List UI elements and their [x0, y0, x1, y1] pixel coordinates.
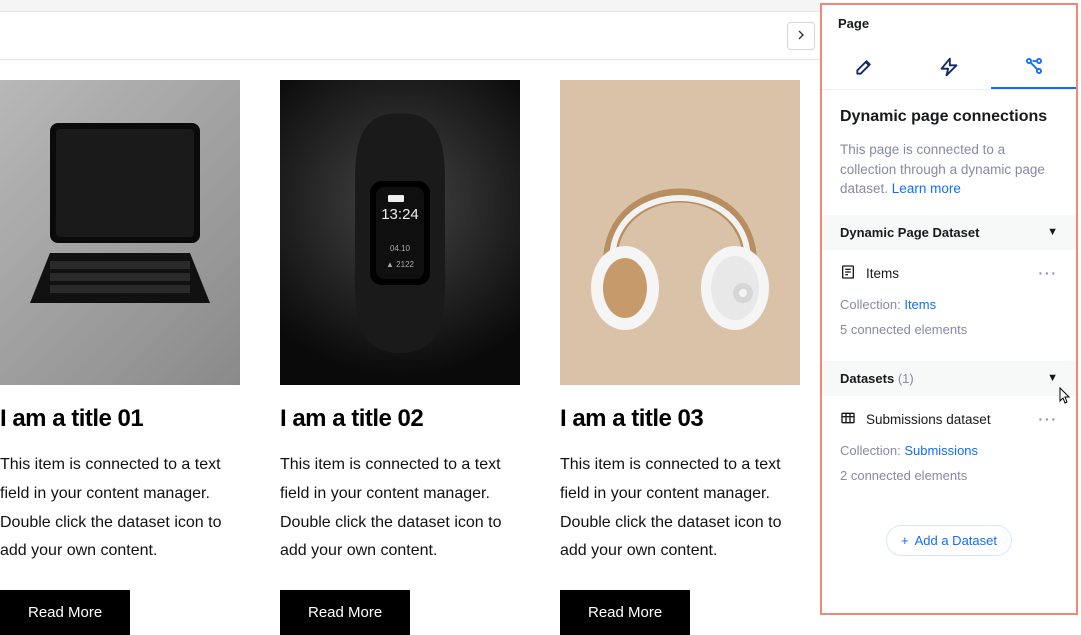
dataset-collection: Collection: Items — [840, 297, 1058, 312]
dataset-more-button[interactable]: ··· — [1039, 412, 1059, 427]
card-image — [560, 80, 800, 385]
card-image — [0, 80, 240, 385]
collection-label: Collection: — [840, 297, 901, 312]
dataset-row[interactable]: Submissions dataset ··· — [840, 410, 1058, 429]
second-toolbar — [0, 12, 820, 60]
collection-label: Collection: — [840, 443, 901, 458]
svg-text:04.10: 04.10 — [390, 244, 411, 253]
tab-design[interactable] — [822, 49, 907, 89]
panel-intro-section: Dynamic page connections This page is co… — [822, 90, 1076, 215]
dataset-page-icon — [840, 264, 856, 283]
card-description: This item is connected to a text field i… — [0, 451, 240, 566]
card-image: 13:24 04.10 ▲ 2122 — [280, 80, 520, 385]
card-title: I am a title 01 — [0, 405, 240, 433]
dataset-row[interactable]: Items ··· — [840, 264, 1058, 283]
card-item: 13:24 04.10 ▲ 2122 I am a title 02 This … — [280, 80, 520, 635]
group-count: (1) — [898, 371, 914, 386]
plus-icon: + — [901, 533, 909, 548]
bolt-icon — [939, 57, 959, 82]
caret-down-icon: ▼ — [1047, 226, 1058, 238]
card-item: I am a title 03 This item is connected t… — [560, 80, 800, 635]
panel-title: Page — [822, 5, 1076, 37]
dynamic-dataset-block: Items ··· Collection: Items 5 connected … — [822, 250, 1076, 361]
learn-more-link[interactable]: Learn more — [892, 181, 961, 196]
connected-elements-count: 2 connected elements — [840, 468, 1058, 483]
add-dataset-button[interactable]: + Add a Dataset — [886, 525, 1012, 556]
dataset-collection: Collection: Submissions — [840, 443, 1058, 458]
collection-link[interactable]: Items — [904, 297, 936, 312]
inspector-panel: Page Dynamic page connections This page … — [820, 3, 1078, 615]
cards-canvas: I am a title 01 This item is connected t… — [0, 80, 820, 635]
group-title: Dynamic Page Dataset — [840, 225, 979, 240]
tablet-keyboard-illustration — [20, 103, 220, 363]
dataset-table-icon — [840, 410, 856, 429]
dataset-name: Submissions dataset — [866, 412, 991, 427]
svg-text:13:24: 13:24 — [381, 206, 419, 223]
card-item: I am a title 01 This item is connected t… — [0, 80, 240, 635]
card-title: I am a title 03 — [560, 405, 800, 433]
read-more-button[interactable]: Read More — [0, 590, 130, 635]
group-title: Datasets — [840, 371, 894, 386]
tab-connections[interactable] — [991, 49, 1076, 89]
dataset-name: Items — [866, 266, 899, 281]
group-datasets-header[interactable]: Datasets (1) ▼ — [822, 361, 1076, 396]
headphones-illustration — [570, 93, 790, 373]
add-dataset-row: + Add a Dataset — [822, 507, 1076, 574]
carousel-next-button[interactable] — [787, 22, 815, 50]
top-toolbar — [0, 0, 820, 12]
read-more-button[interactable]: Read More — [560, 590, 690, 635]
datasets-block: Submissions dataset ··· Collection: Subm… — [822, 396, 1076, 507]
panel-heading: Dynamic page connections — [840, 108, 1058, 126]
panel-intro-text: This page is connected to a collection t… — [840, 140, 1058, 199]
read-more-button[interactable]: Read More — [280, 590, 410, 635]
connections-icon — [1024, 56, 1044, 81]
caret-down-icon: ▼ — [1047, 372, 1058, 384]
group-dynamic-dataset-header[interactable]: Dynamic Page Dataset ▼ — [822, 215, 1076, 250]
brush-icon — [854, 57, 874, 82]
card-title: I am a title 02 — [280, 405, 520, 433]
collection-link[interactable]: Submissions — [904, 443, 978, 458]
add-dataset-label: Add a Dataset — [915, 533, 997, 548]
svg-text:▲ 2122: ▲ 2122 — [386, 260, 414, 269]
connected-elements-count: 5 connected elements — [840, 322, 1058, 337]
chevron-right-icon — [793, 27, 809, 46]
smartwatch-illustration: 13:24 04.10 ▲ 2122 — [300, 103, 500, 363]
dataset-more-button[interactable]: ··· — [1039, 266, 1059, 281]
card-description: This item is connected to a text field i… — [280, 451, 520, 566]
tab-interactions[interactable] — [907, 49, 992, 89]
panel-tabs — [822, 49, 1076, 90]
card-description: This item is connected to a text field i… — [560, 451, 800, 566]
